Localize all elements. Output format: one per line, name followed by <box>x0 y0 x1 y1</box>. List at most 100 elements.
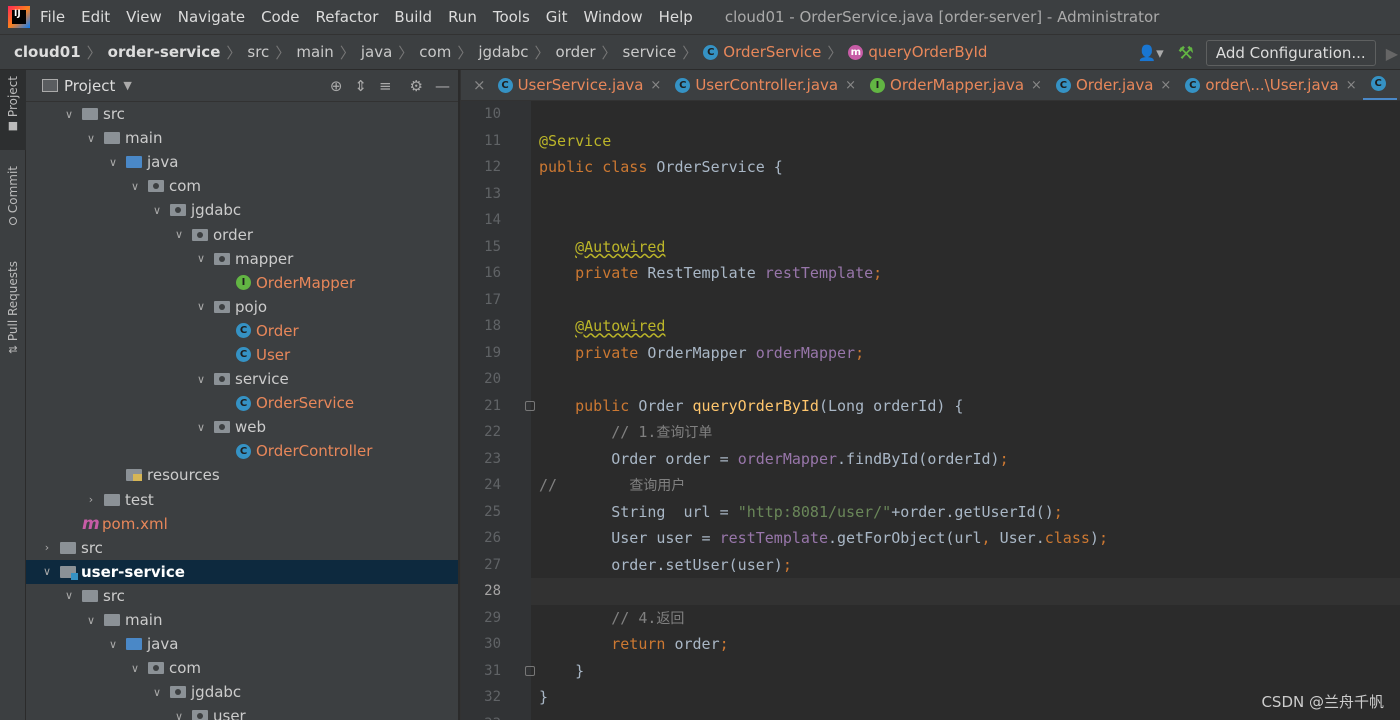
tree-node[interactable]: ∨ user <box>26 704 458 720</box>
chevron-down-icon[interactable]: ∨ <box>150 204 164 217</box>
tree-node[interactable]: ∨ user-service <box>26 559 458 584</box>
tree-node[interactable]: › src <box>26 536 458 560</box>
breadcrumb-class[interactable]: C OrderService <box>703 43 821 61</box>
menu-navigate[interactable]: Navigate <box>178 8 245 26</box>
menu-refactor[interactable]: Refactor <box>315 8 378 26</box>
menu-git[interactable]: Git <box>546 8 568 26</box>
breadcrumb-item[interactable]: service <box>623 43 677 61</box>
tree-node[interactable]: resources <box>26 463 458 487</box>
tree-node[interactable]: ∨ main <box>26 608 458 632</box>
expand-all-icon[interactable]: ⇕ <box>354 77 367 95</box>
tree-node[interactable]: C OrderController <box>26 439 458 463</box>
tool-tab-project[interactable]: Project ■ <box>0 70 26 150</box>
code-token: } <box>539 661 585 680</box>
menu-tools[interactable]: Tools <box>493 8 530 26</box>
tree-node[interactable]: m pom.xml <box>26 512 458 536</box>
code-token: 返回 <box>656 610 685 627</box>
collapse-all-icon[interactable]: ≡ <box>379 77 392 95</box>
editor-tab[interactable]: C UserService.java × <box>490 70 668 100</box>
close-icon[interactable]: × <box>650 78 661 93</box>
code-line: Order order = orderMapper .findById(order… <box>539 446 1008 473</box>
chevron-down-icon[interactable]: ∨ <box>106 638 120 651</box>
chevron-down-icon[interactable]: ∨ <box>84 132 98 145</box>
chevron-down-icon[interactable]: ∨ <box>194 421 208 434</box>
tree-node[interactable]: ∨ service <box>26 367 458 391</box>
tree-node[interactable]: ∨ web <box>26 415 458 439</box>
breadcrumb-item[interactable]: java <box>361 43 392 61</box>
tree-node[interactable]: ∨ jgdabc <box>26 198 458 222</box>
close-icon[interactable]: × <box>1160 78 1171 93</box>
tree-node[interactable]: ∨ src <box>26 102 458 126</box>
tree-node[interactable]: › test <box>26 488 458 512</box>
breadcrumb-method[interactable]: m queryOrderById <box>848 43 987 61</box>
package-icon <box>148 180 164 193</box>
chevron-right-icon[interactable]: › <box>40 541 54 554</box>
breadcrumb-item[interactable]: order <box>556 43 596 61</box>
chevron-down-icon[interactable]: ∨ <box>128 662 142 675</box>
tree-node[interactable]: C OrderService <box>26 391 458 415</box>
tool-tab-pull-requests[interactable]: Pull Requests ⇄ <box>0 255 26 365</box>
user-account-icon[interactable]: 👤▾ <box>1137 44 1163 62</box>
project-title[interactable]: Project <box>64 77 115 95</box>
menu-help[interactable]: Help <box>659 8 693 26</box>
chevron-down-icon[interactable]: ∨ <box>172 710 186 720</box>
menu-view[interactable]: View <box>126 8 162 26</box>
tree-node[interactable]: I OrderMapper <box>26 271 458 295</box>
tree-node[interactable]: ∨ java <box>26 150 458 174</box>
run-icon[interactable]: ▶ <box>1386 44 1398 63</box>
menu-file[interactable]: File <box>40 8 65 26</box>
tree-node[interactable]: ∨ src <box>26 584 458 608</box>
menu-window[interactable]: Window <box>583 8 642 26</box>
chevron-down-icon[interactable]: ∨ <box>194 252 208 265</box>
tree-node[interactable]: ∨ com <box>26 656 458 680</box>
code-area[interactable]: @Service public class OrderService { @Aut… <box>531 101 1400 720</box>
chevron-down-icon[interactable]: ∨ <box>194 373 208 386</box>
tree-node[interactable]: ∨ pojo <box>26 295 458 319</box>
hide-panel-icon[interactable]: — <box>435 77 450 95</box>
chevron-down-icon[interactable]: ∨ <box>194 300 208 313</box>
gear-icon[interactable]: ⚙ <box>410 77 423 95</box>
tree-node[interactable]: ∨ order <box>26 222 458 246</box>
close-icon[interactable]: × <box>1346 78 1357 93</box>
chevron-down-icon[interactable]: ∨ <box>62 589 76 602</box>
editor-tab[interactable]: C UserController.java × <box>667 70 862 100</box>
breadcrumb-item[interactable]: cloud01 <box>14 43 81 61</box>
menu-code[interactable]: Code <box>261 8 299 26</box>
tree-node[interactable]: ∨ mapper <box>26 247 458 271</box>
tree-node[interactable]: ∨ com <box>26 174 458 198</box>
chevron-down-icon[interactable]: ∨ <box>172 228 186 241</box>
breadcrumb-item[interactable]: jgdabc <box>478 43 528 61</box>
close-icon[interactable]: × <box>1031 78 1042 93</box>
close-icon[interactable]: × <box>845 78 856 93</box>
chevron-down-icon[interactable]: ∨ <box>62 108 76 121</box>
editor-tab-active[interactable]: C <box>1362 70 1397 100</box>
menu-run[interactable]: Run <box>448 8 477 26</box>
locate-file-icon[interactable]: ⊕ <box>330 77 343 95</box>
breadcrumb-item[interactable]: main <box>296 43 333 61</box>
build-hammer-icon[interactable]: ⚒ <box>1178 43 1194 64</box>
editor-tab[interactable]: Corder\...\User.java × <box>1177 70 1362 100</box>
menu-build[interactable]: Build <box>394 8 432 26</box>
tree-node[interactable]: C User <box>26 343 458 367</box>
chevron-down-icon[interactable]: ∨ <box>84 614 98 627</box>
chevron-down-icon[interactable]: ∨ <box>128 180 142 193</box>
tree-node[interactable]: ∨ java <box>26 632 458 656</box>
line-number: 13 <box>484 185 501 202</box>
breadcrumb-item[interactable]: src <box>247 43 269 61</box>
tool-tab-commit[interactable]: Commit ⭘ <box>0 160 26 240</box>
chevron-down-icon[interactable]: ▼ <box>123 79 131 92</box>
add-configuration-button[interactable]: Add Configuration... <box>1205 40 1376 66</box>
editor-tab[interactable]: C Order.java × <box>1048 70 1177 100</box>
chevron-right-icon[interactable]: › <box>84 493 98 506</box>
menu-edit[interactable]: Edit <box>81 8 110 26</box>
chevron-down-icon[interactable]: ∨ <box>40 565 54 578</box>
tree-node[interactable]: C Order <box>26 319 458 343</box>
tree-node[interactable]: ∨ jgdabc <box>26 680 458 704</box>
tree-node[interactable]: ∨ main <box>26 126 458 150</box>
chevron-down-icon[interactable]: ∨ <box>150 686 164 699</box>
editor-tab[interactable]: I OrderMapper.java × <box>862 70 1048 100</box>
breadcrumb-item[interactable]: order-service <box>108 43 221 61</box>
breadcrumb-item[interactable]: com <box>419 43 451 61</box>
chevron-down-icon[interactable]: ∨ <box>106 156 120 169</box>
close-icon[interactable]: × <box>461 70 490 100</box>
